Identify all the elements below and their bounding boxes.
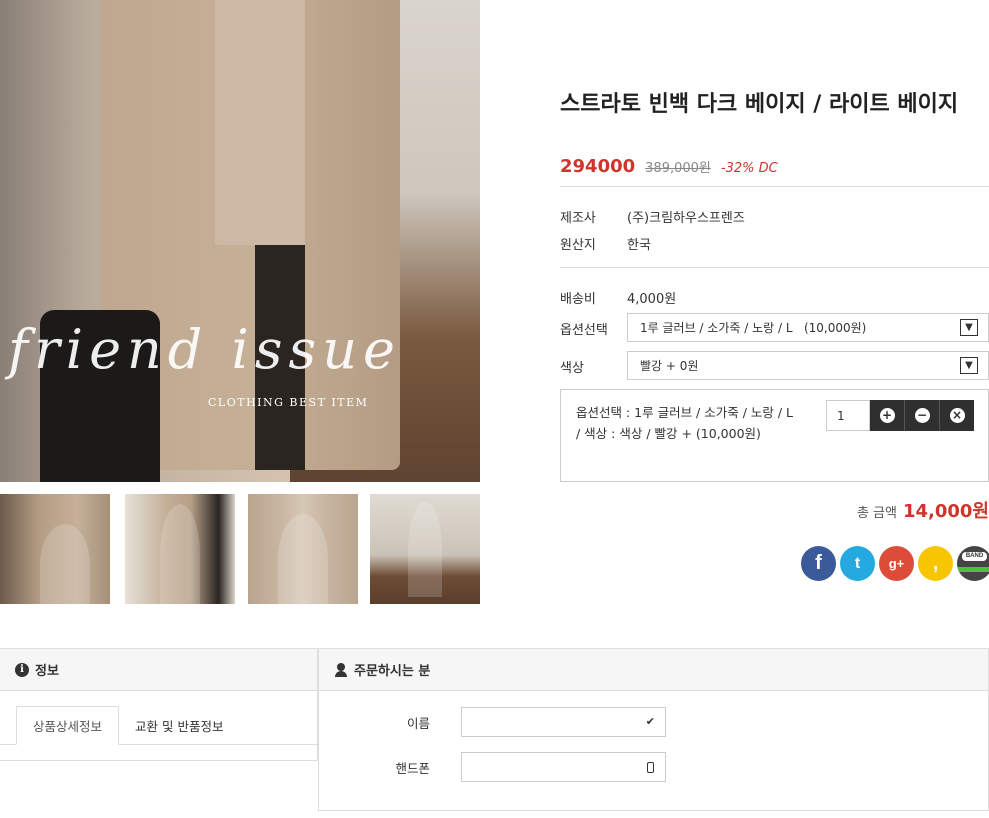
order-panel: 주문하시는 분 이름 ✔ 핸드폰	[318, 648, 989, 811]
total-label: 총 금액	[856, 506, 897, 521]
total-value: 14,000원	[902, 501, 989, 522]
facebook-icon[interactable]: f	[801, 546, 836, 581]
decrease-button[interactable]: −	[905, 400, 940, 431]
info-panel-title: 정보	[35, 664, 59, 679]
sale-price: 294000	[560, 156, 636, 177]
band-label: BAND	[962, 552, 987, 561]
googleplus-icon[interactable]: g+	[879, 546, 914, 581]
info-shipping: 배송비 4,000원	[560, 288, 676, 307]
order-panel-header: 주문하시는 분	[319, 649, 988, 691]
option-select[interactable]: 1루 글러브 / 소가죽 / 노랑 / L (10,000원) ▼	[627, 313, 989, 342]
total-price: 총 금액 14,000원	[857, 497, 989, 523]
color-select[interactable]: 빨강 + 0원 ▼	[627, 351, 989, 380]
color-label: 색상	[560, 361, 584, 376]
image-script-text: friend issue	[8, 318, 401, 381]
shipping-value: 4,000원	[627, 292, 677, 307]
tab-product-detail[interactable]: 상품상세정보	[16, 706, 120, 745]
divider	[560, 186, 989, 187]
divider	[560, 267, 989, 268]
phone-label: 핸드폰	[395, 760, 430, 776]
quantity-buttons: + − ×	[870, 400, 974, 431]
sweater-figure	[215, 0, 305, 245]
band-stripe	[957, 567, 989, 572]
chevron-down-icon: ▼	[960, 319, 978, 336]
kakaostory-icon[interactable]: ,	[918, 546, 953, 581]
product-title: 스트라토 빈백 다크 베이지 / 라이트 베이지	[560, 92, 959, 117]
plus-icon: +	[879, 408, 895, 423]
user-icon	[334, 662, 348, 677]
discount-rate: -32% DC	[720, 161, 778, 176]
thumbnail-1[interactable]	[0, 494, 110, 604]
chevron-down-icon: ▼	[960, 357, 978, 374]
increase-button[interactable]: +	[870, 400, 905, 431]
thumbnail-strip	[0, 494, 480, 604]
color-select-value: 빨강 + 0원	[640, 359, 699, 373]
origin-value: 한국	[627, 238, 651, 253]
phone-icon	[647, 762, 654, 773]
thumbnail-3[interactable]	[248, 494, 358, 604]
name-field[interactable]: ✔	[461, 707, 666, 737]
band-icon[interactable]: BAND	[957, 546, 989, 581]
price-row: 294000 389,000원 -32% DC	[560, 156, 778, 177]
option-label: 옵션선택	[560, 323, 608, 338]
phone-row: 핸드폰	[319, 752, 666, 782]
info-origin: 원산지 한국	[560, 234, 651, 253]
thumbnail-2[interactable]	[125, 494, 235, 604]
shipping-label: 배송비	[560, 292, 596, 307]
twitter-icon[interactable]: t	[840, 546, 875, 581]
quantity-input[interactable]: 1	[826, 400, 870, 431]
social-share: f t g+ , BAND	[801, 546, 989, 581]
option-select-value: 1루 글러브 / 소가죽 / 노랑 / L (10,000원)	[640, 321, 867, 335]
origin-label: 원산지	[560, 238, 596, 253]
info-panel-header: i 정보	[0, 649, 317, 691]
selected-option-box: 옵션선택 : 1루 글러브 / 소가죽 / 노랑 / L / 색상 : 색상 /…	[560, 389, 989, 482]
color-row: 색상	[560, 357, 627, 376]
tab-exchange-return[interactable]: 교환 및 반품정보	[119, 706, 239, 745]
info-panel: i 정보 상품상세정보 교환 및 반품정보	[0, 648, 318, 761]
manufacturer-label: 제조사	[560, 211, 596, 226]
main-product-image[interactable]: friend issue CLOTHING BEST ITEM	[0, 0, 480, 482]
close-icon: ×	[949, 408, 965, 423]
info-manufacturer: 제조사 (주)크림하우스프렌즈	[560, 207, 745, 226]
info-tabs: 상품상세정보 교환 및 반품정보	[16, 706, 239, 745]
remove-button[interactable]: ×	[940, 400, 974, 431]
phone-field[interactable]	[461, 752, 666, 782]
name-label: 이름	[406, 715, 430, 731]
original-price: 389,000원	[645, 161, 711, 176]
minus-icon: −	[914, 408, 930, 423]
check-icon: ✔	[645, 715, 655, 728]
manufacturer-value: (주)크림하우스프렌즈	[627, 211, 745, 226]
order-panel-title: 주문하시는 분	[354, 664, 431, 679]
image-caption: CLOTHING BEST ITEM	[208, 396, 369, 409]
name-row: 이름 ✔	[319, 707, 666, 737]
thumbnail-4[interactable]	[370, 494, 480, 604]
selected-option-text: 옵션선택 : 1루 글러브 / 소가죽 / 노랑 / L / 색상 : 색상 /…	[576, 405, 794, 441]
info-icon: i	[15, 662, 29, 677]
option-row: 옵션선택	[560, 319, 627, 338]
